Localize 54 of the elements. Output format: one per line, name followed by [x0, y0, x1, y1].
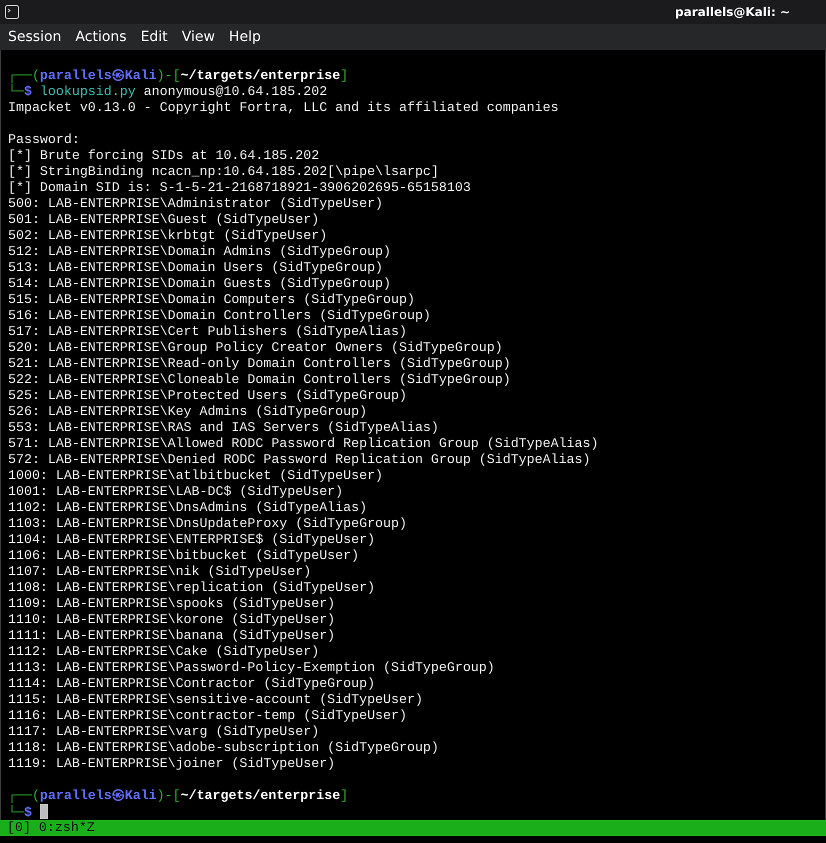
menu-item[interactable]: Actions	[75, 26, 127, 48]
output-line: 525: LAB-ENTERPRISE\Protected Users (SidTypeGroup)	[8, 388, 408, 404]
window-title: parallels@Kali: ~	[675, 4, 790, 21]
output-line: 1117: LAB-ENTERPRISE\varg (SidTypeUser)	[8, 724, 320, 740]
output-line: 1118: LAB-ENTERPRISE\adobe-subscription (SidTypeGroup)	[8, 740, 440, 756]
output-line: 1115: LAB-ENTERPRISE\sensitive-account (SidTypeUser)	[8, 692, 424, 708]
output-line: [*] Domain SID is: S-1-5-21-2168718921-3906202695-65158103	[8, 180, 472, 196]
output-line: 1001: LAB-ENTERPRISE\LAB-DC$ (SidTypeUser)	[8, 484, 344, 500]
output-line: 517: LAB-ENTERPRISE\Cert Publishers (SidTypeAlias)	[8, 324, 408, 340]
output-line: 516: LAB-ENTERPRISE\Domain Controllers (SidTypeGroup)	[8, 308, 432, 324]
menu-item[interactable]: Session	[8, 26, 62, 48]
output-line: 526: LAB-ENTERPRISE\Key Admins (SidTypeGroup)	[8, 404, 368, 420]
output-line: 1109: LAB-ENTERPRISE\spooks (SidTypeUser)	[8, 596, 336, 612]
prompt-sign: └─$	[8, 805, 32, 820]
status-bar: [0] 0:zsh*Z	[0, 820, 826, 836]
output-line: 571: LAB-ENTERPRISE\Allowed RODC Password Replication Group (SidTypeAlias)	[8, 436, 600, 452]
output-line: 500: LAB-ENTERPRISE\Administrator (SidTypeUser)	[8, 196, 384, 212]
output-line: 1113: LAB-ENTERPRISE\Password-Policy-Exemption (SidTypeGroup)	[8, 660, 496, 676]
output-line: 1108: LAB-ENTERPRISE\replication (SidTypeUser)	[8, 580, 376, 596]
output-line: [*] Brute forcing SIDs at 10.64.185.202	[8, 148, 320, 164]
output-line: 501: LAB-ENTERPRISE\Guest (SidTypeUser)	[8, 212, 320, 228]
output-line: 513: LAB-ENTERPRISE\Domain Users (SidTypeGroup)	[8, 260, 384, 276]
prompt-line: ┌──(parallels㉿Kali)-[~/targets/enterprise]	[8, 68, 348, 83]
output-line: 1116: LAB-ENTERPRISE\contractor-temp (SidTypeUser)	[8, 708, 408, 724]
output-line: 572: LAB-ENTERPRISE\Denied RODC Password Replication Group (SidTypeAlias)	[8, 452, 592, 468]
menu-item[interactable]: Help	[228, 26, 261, 48]
output-line: 553: LAB-ENTERPRISE\RAS and IAS Servers (SidTypeAlias)	[8, 420, 440, 436]
output-line: 1106: LAB-ENTERPRISE\bitbucket (SidTypeUser)	[8, 548, 360, 564]
output-line: 1114: LAB-ENTERPRISE\Contractor (SidTypeGroup)	[8, 676, 376, 692]
output-line: Password:	[8, 132, 81, 148]
output-line: 514: LAB-ENTERPRISE\Domain Guests (SidTypeGroup)	[8, 276, 392, 292]
output-line: 512: LAB-ENTERPRISE\Domain Admins (SidTypeGroup)	[8, 244, 392, 260]
output-line: 520: LAB-ENTERPRISE\Group Policy Creator Owners (SidTypeGroup)	[8, 340, 504, 356]
text-cursor	[40, 804, 48, 819]
output-line: 1000: LAB-ENTERPRISE\atlbitbucket (SidTypeUser)	[8, 468, 384, 484]
output-line: 1107: LAB-ENTERPRISE\nik (SidTypeUser)	[8, 564, 312, 580]
terminal-icon	[5, 5, 19, 19]
output-line: Impacket v0.13.0 - Copyright Fortra, LLC and its affiliated companies	[8, 100, 560, 116]
output-line: 522: LAB-ENTERPRISE\Cloneable Domain Controllers (SidTypeGroup)	[8, 372, 512, 388]
output-line: 1111: LAB-ENTERPRISE\banana (SidTypeUser)	[8, 628, 336, 644]
menu-item[interactable]: View	[182, 26, 215, 48]
output-line: 502: LAB-ENTERPRISE\krbtgt (SidTypeUser)	[8, 228, 328, 244]
command-line: └─$ lookupsid.py anonymous@10.64.185.202	[8, 84, 328, 99]
output-line: 521: LAB-ENTERPRISE\Read-only Domain Controllers (SidTypeGroup)	[8, 356, 512, 372]
output-line: 515: LAB-ENTERPRISE\Domain Computers (SidTypeGroup)	[8, 292, 416, 308]
output-line: 1110: LAB-ENTERPRISE\korone (SidTypeUser)	[8, 612, 336, 628]
menu-item[interactable]: Edit	[140, 26, 168, 48]
prompt-line: ┌──(parallels㉿Kali)-[~/targets/enterprise]	[8, 788, 348, 803]
output-line: 1102: LAB-ENTERPRISE\DnsAdmins (SidTypeAlias)	[8, 500, 368, 516]
output-line: 1103: LAB-ENTERPRISE\DnsUpdateProxy (SidTypeGroup)	[8, 516, 408, 532]
output-line: 1119: LAB-ENTERPRISE\joiner (SidTypeUser)	[8, 756, 336, 772]
output-line: [*] StringBinding ncacn_np:10.64.185.202[\pipe\lsarpc]	[8, 164, 440, 180]
output-line: 1104: LAB-ENTERPRISE\ENTERPRISE$ (SidTypeUser)	[8, 532, 376, 548]
output-line: 1112: LAB-ENTERPRISE\Cake (SidTypeUser)	[8, 644, 320, 660]
